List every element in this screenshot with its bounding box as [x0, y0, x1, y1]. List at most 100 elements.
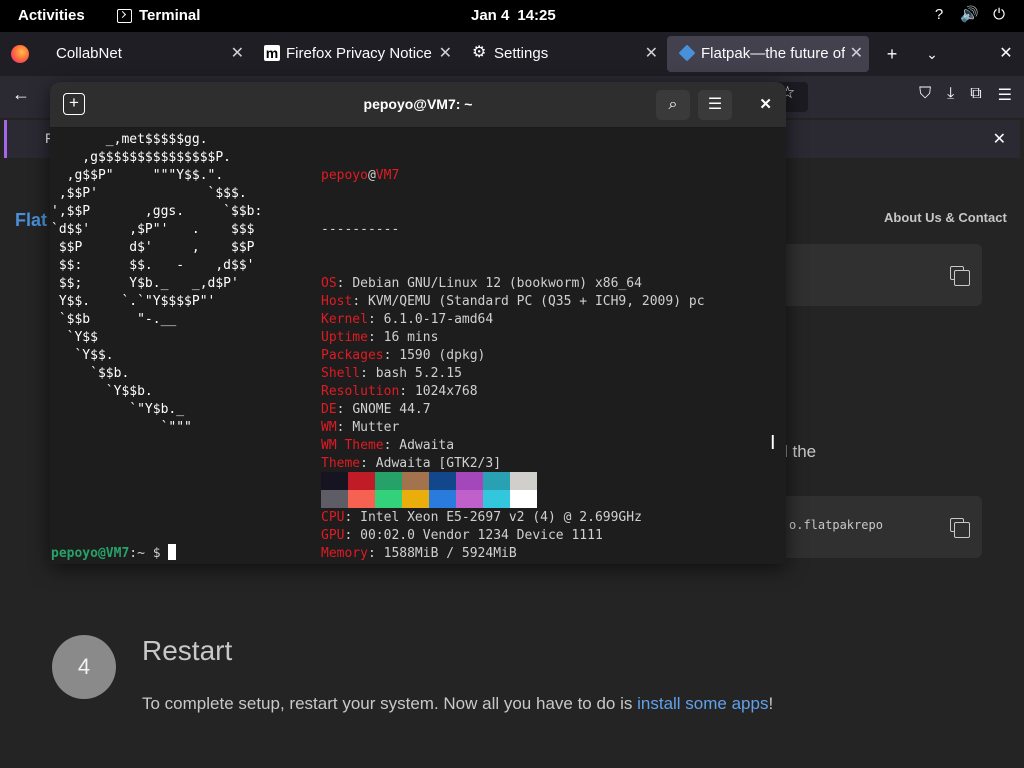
install-apps-link[interactable]: install some apps	[637, 694, 768, 713]
extensions-icon[interactable]: ⧉	[970, 85, 981, 105]
info-key: WM Theme	[321, 438, 384, 453]
info-line: Theme: Adwaita [GTK2/3]	[321, 456, 502, 471]
copy-icon[interactable]	[950, 518, 970, 538]
info-value: 1024x768	[414, 384, 478, 399]
info-key: Kernel	[321, 312, 368, 327]
info-value: bash 5.2.15	[375, 366, 462, 381]
tab-collabnet[interactable]: CollabNet ✕	[44, 36, 250, 72]
code-block-1	[785, 244, 982, 306]
info-value: 6.1.0-17-amd64	[383, 312, 494, 327]
step-title: Restart	[142, 635, 233, 666]
tab-bar: CollabNet ✕ m Firefox Privacy Notice — ✕ …	[0, 32, 1024, 76]
debian-ascii-logo: _,met$$$$$gg. ,g$$$$$$$$$$$$$$$P. ,g$$P"…	[51, 132, 263, 435]
activities-button[interactable]: Activities	[18, 7, 85, 24]
close-notice-icon[interactable]: ✕	[993, 129, 1006, 149]
close-icon[interactable]: ✕	[759, 95, 772, 113]
close-tab-icon[interactable]: ✕	[850, 36, 863, 72]
step-number-badge: 4	[52, 635, 116, 699]
tab-label: Flatpak—the future of	[701, 45, 846, 62]
gnome-top-bar: Activities Terminal Jan 4 14:25 ? 🔊 ⏻	[0, 0, 1024, 32]
info-lines: OS: Debian GNU/Linux 12 (bookworm) x86_6…	[321, 275, 705, 563]
info-line: Resolution: 1024x768	[321, 384, 478, 399]
info-key: Memory	[321, 546, 368, 561]
hamburger-menu-icon[interactable]: ☰	[698, 90, 732, 120]
toolbar-icons: ⛉ ⤓ ⧉ ☰	[919, 85, 1012, 105]
terminal-icon	[117, 8, 132, 23]
back-arrow-icon[interactable]: ←	[12, 84, 30, 105]
color-swatch	[321, 472, 348, 490]
downloads-icon[interactable]: ⤓	[947, 85, 954, 105]
info-line: GPU: 00:02.0 Vendor 1234 Device 1111	[321, 528, 603, 543]
firefox-logo-icon[interactable]	[11, 45, 29, 63]
partial-paragraph: l the	[784, 442, 817, 461]
close-window-icon[interactable]: ✕	[994, 42, 1018, 66]
tab-privacy-notice[interactable]: m Firefox Privacy Notice — ✕	[252, 36, 458, 72]
info-key: Theme	[321, 456, 361, 471]
info-line: Host: KVM/QEMU (Standard PC (Q35 + ICH9,…	[321, 294, 705, 309]
step-body: To complete setup, restart your system. …	[142, 694, 773, 714]
color-swatch	[429, 472, 456, 490]
info-key: Host	[321, 294, 353, 309]
close-tab-icon[interactable]: ✕	[439, 36, 452, 72]
color-swatch	[483, 490, 510, 508]
info-value: 16 mins	[383, 330, 439, 345]
color-swatch	[348, 472, 375, 490]
info-value: Intel Xeon E5-2697 v2 (4) @ 2.699GHz	[360, 510, 642, 525]
info-value: GNOME 44.7	[352, 402, 431, 417]
site-brand[interactable]: Flat	[15, 210, 47, 231]
info-value: 00:02.0 Vendor 1234 Device 1111	[360, 528, 603, 543]
tab-settings[interactable]: ⚙ Settings ✕	[460, 36, 664, 72]
info-value: 1588MiB / 5924MiB	[383, 546, 517, 561]
mozilla-m-icon: m	[264, 45, 280, 62]
new-tab-plus-icon[interactable]: +	[880, 42, 904, 66]
prompt-path: :~ $	[129, 546, 169, 561]
info-key: Uptime	[321, 330, 368, 345]
list-tabs-chevron-icon[interactable]: ⌄	[920, 42, 944, 66]
hamburger-menu-icon[interactable]: ☰	[998, 85, 1012, 105]
pocket-icon[interactable]: ⛉	[919, 85, 931, 105]
flatpak-icon	[678, 44, 696, 62]
info-line: Kernel: 6.1.0-17-amd64	[321, 312, 494, 327]
accessibility-icon: ?	[934, 6, 944, 23]
ibeam-cursor-icon: I	[770, 432, 776, 454]
palette-row	[321, 472, 537, 490]
tab-flatpak[interactable]: Flatpak—the future of ✕	[667, 36, 869, 72]
color-swatch	[483, 472, 510, 490]
tab-label: Settings	[494, 45, 549, 62]
info-key: Packages	[321, 348, 384, 363]
terminal-output[interactable]: _,met$$$$$gg. ,g$$$$$$$$$$$$$$$P. ,g$$P"…	[50, 128, 786, 564]
terminal-window: + pepoyo@VM7: ~ ⌕ ☰ ✕ _,met$$$$$gg. ,g$$…	[50, 82, 786, 564]
color-swatch	[456, 472, 483, 490]
info-line: Memory: 1588MiB / 5924MiB	[321, 546, 517, 561]
search-icon[interactable]: ⌕	[656, 90, 690, 120]
info-value: Mutter	[352, 420, 400, 435]
color-swatch	[456, 490, 483, 508]
shell-prompt[interactable]: pepoyo@VM7:~ $	[51, 544, 177, 563]
color-swatch	[402, 490, 429, 508]
copy-icon[interactable]	[950, 266, 970, 286]
power-icon: ⏻	[993, 6, 1005, 23]
color-swatch	[429, 490, 456, 508]
info-key: GPU	[321, 528, 345, 543]
close-tab-icon[interactable]: ✕	[645, 36, 658, 72]
info-line: WM Theme: Adwaita	[321, 438, 455, 453]
volume-icon: 🔊	[960, 6, 979, 23]
info-key: OS	[321, 276, 337, 291]
info-line: Packages: 1590 (dpkg)	[321, 348, 486, 363]
app-name: Terminal	[139, 7, 201, 24]
app-menu[interactable]: Terminal	[117, 7, 200, 24]
code-text: o.flatpakrepo	[789, 518, 883, 532]
step-body-text: To complete setup, restart your system. …	[142, 694, 638, 713]
info-line: DE: GNOME 44.7	[321, 402, 431, 417]
close-tab-icon[interactable]: ✕	[231, 36, 244, 72]
about-us-link[interactable]: About Us & Contact	[884, 210, 1007, 225]
color-swatch	[375, 472, 402, 490]
info-value: Adwaita	[399, 438, 455, 453]
info-value: Adwaita [GTK2/3]	[375, 456, 502, 471]
color-swatch	[375, 490, 402, 508]
info-line: Uptime: 16 mins	[321, 330, 439, 345]
color-swatch	[402, 472, 429, 490]
clock[interactable]: Jan 4 14:25	[471, 7, 556, 24]
system-menu[interactable]: ? 🔊 ⏻	[930, 6, 1008, 24]
color-swatch	[348, 490, 375, 508]
